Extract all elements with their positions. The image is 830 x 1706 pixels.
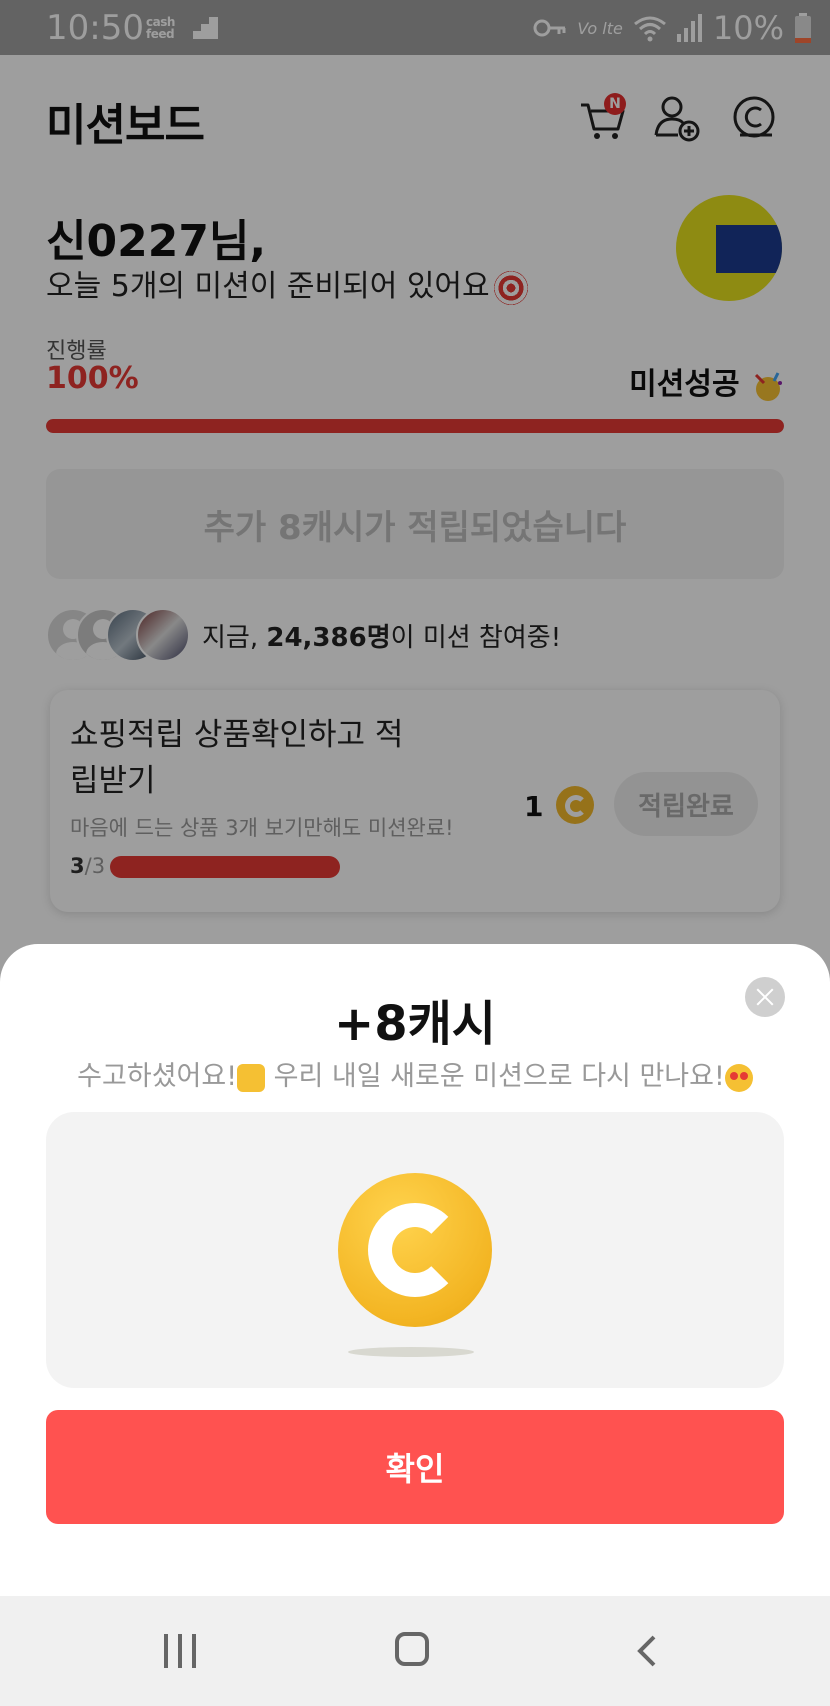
sheet-message-part1: 수고하셨어요! <box>77 1061 238 1092</box>
system-nav-bar <box>0 1596 830 1706</box>
sheet-message: 수고하셨어요! 우리 내일 새로운 미션으로 다시 만나요! <box>0 1054 830 1093</box>
big-coin-icon <box>338 1173 492 1327</box>
coin-c-mark <box>368 1203 462 1297</box>
sheet-title: +8캐시 <box>334 996 496 1052</box>
close-icon[interactable] <box>745 977 785 1017</box>
thumbs-up-icon <box>237 1063 266 1092</box>
recent-apps-icon[interactable] <box>164 1634 200 1668</box>
back-icon[interactable] <box>632 1634 666 1668</box>
sheet-message-part2: 우리 내일 새로운 미션으로 다시 만나요! <box>265 1061 725 1092</box>
star-struck-icon <box>724 1063 753 1092</box>
coin-illustration-box <box>46 1112 784 1388</box>
confirm-button[interactable]: 확인 <box>46 1410 784 1524</box>
reward-bottom-sheet: +8캐시 수고하셨어요! 우리 내일 새로운 미션으로 다시 만나요! 확인 <box>0 944 830 1596</box>
home-icon[interactable] <box>395 1632 429 1666</box>
coin-shadow <box>348 1347 474 1357</box>
